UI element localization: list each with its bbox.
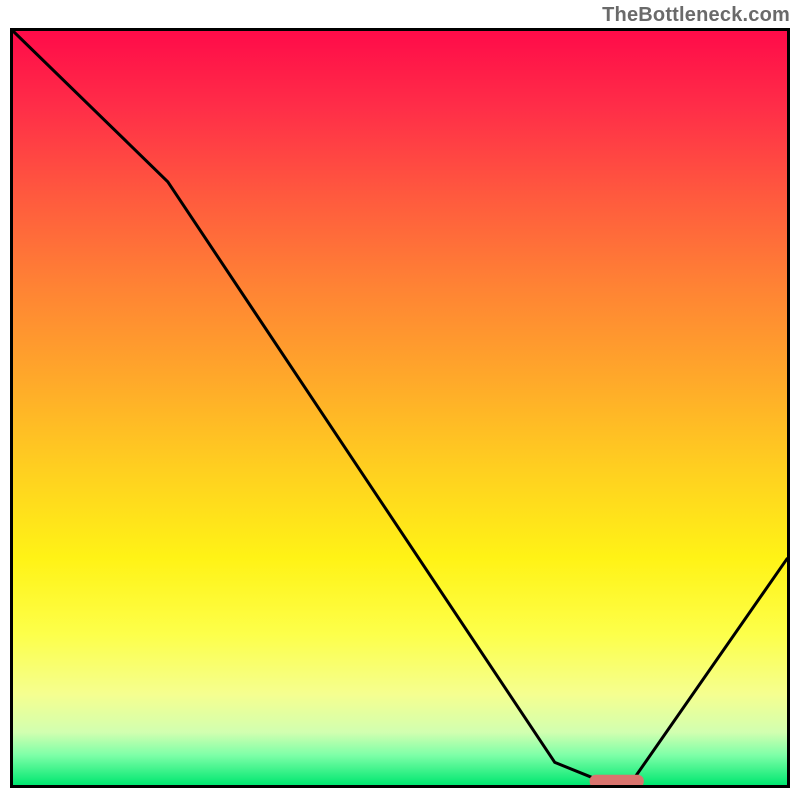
watermark-text: TheBottleneck.com <box>602 4 790 27</box>
plot-area <box>10 28 790 788</box>
optimal-range-marker <box>590 775 644 785</box>
chart-svg <box>13 31 787 785</box>
bottleneck-curve-path <box>13 31 787 781</box>
